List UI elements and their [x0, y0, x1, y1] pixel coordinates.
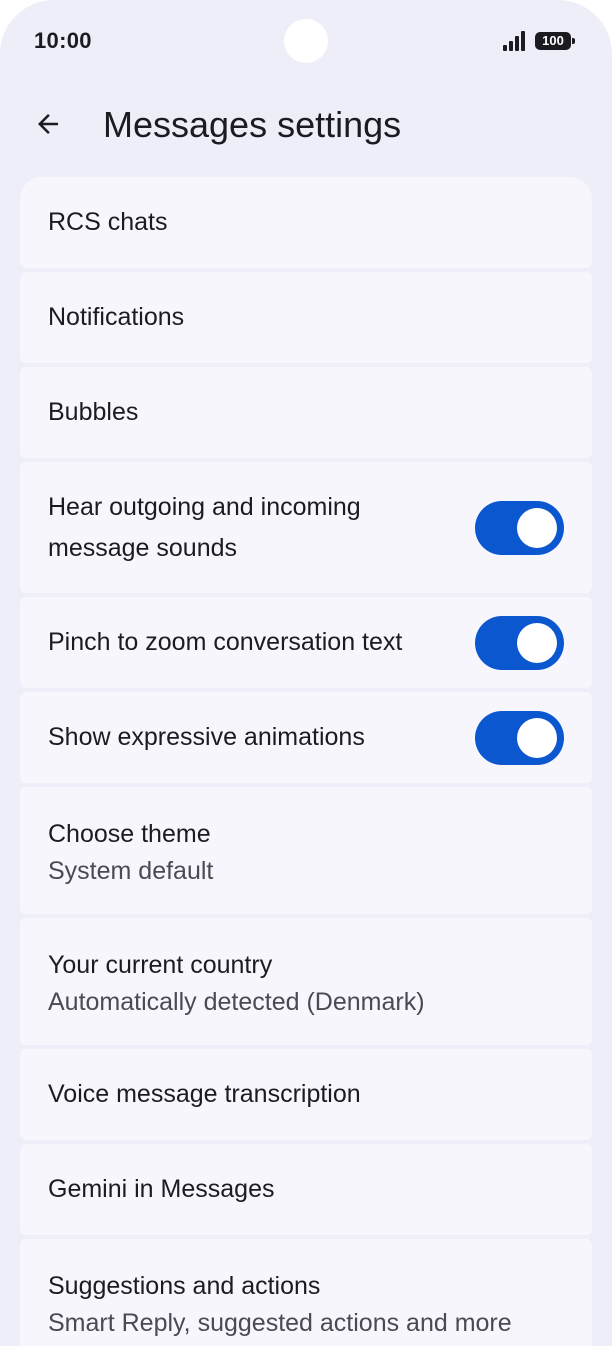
status-bar: 10:00 100: [0, 0, 612, 84]
setting-gemini[interactable]: Gemini in Messages: [20, 1144, 592, 1235]
setting-notifications[interactable]: Notifications: [20, 272, 592, 363]
message-sounds-toggle[interactable]: [475, 500, 564, 555]
setting-voice-transcription[interactable]: Voice message transcription: [20, 1049, 592, 1140]
setting-pinch-to-zoom[interactable]: Pinch to zoom conversation text: [20, 597, 592, 688]
toggle-knob: [517, 717, 557, 758]
status-time: 10:00: [34, 28, 92, 53]
toggle-knob: [517, 622, 557, 663]
signal-icon: [503, 31, 525, 51]
setting-title: Notifications: [48, 303, 185, 331]
pinch-to-zoom-toggle[interactable]: [475, 615, 564, 670]
expressive-animations-toggle[interactable]: [475, 710, 564, 765]
battery-icon: 100: [535, 32, 575, 50]
setting-title: Pinch to zoom conversation text: [48, 628, 403, 656]
setting-current-country[interactable]: Your current country Automatically detec…: [20, 918, 592, 1045]
setting-subtitle: Smart Reply, suggested actions and more: [48, 1308, 512, 1337]
settings-list: RCS chats Notifications Bubbles Hear out…: [20, 177, 592, 1346]
setting-bubbles[interactable]: Bubbles: [20, 367, 592, 458]
setting-title: Suggestions and actions: [48, 1271, 321, 1300]
arrow-back-icon: [38, 114, 58, 134]
setting-title: Choose theme: [48, 819, 211, 848]
phone-screen: 10:00 100 Messages settings RCS chats No…: [0, 0, 612, 1346]
camera-cutout: [284, 19, 328, 63]
setting-expressive-animations[interactable]: Show expressive animations: [20, 692, 592, 783]
setting-title: Bubbles: [48, 398, 139, 426]
setting-title: RCS chats: [48, 208, 168, 236]
setting-rcs-chats[interactable]: RCS chats: [20, 177, 592, 268]
setting-title: Hear outgoing and incoming message sound…: [48, 492, 361, 562]
battery-level: 100: [542, 33, 564, 48]
back-button[interactable]: [24, 100, 72, 148]
setting-subtitle: Automatically detected (Denmark): [48, 987, 425, 1016]
setting-subtitle: System default: [48, 856, 214, 885]
setting-title: Show expressive animations: [48, 723, 365, 751]
toggle-knob: [517, 507, 557, 548]
setting-title: Your current country: [48, 950, 273, 979]
page-title: Messages settings: [103, 104, 402, 145]
setting-choose-theme[interactable]: Choose theme System default: [20, 787, 592, 914]
setting-suggestions-actions[interactable]: Suggestions and actions Smart Reply, sug…: [20, 1239, 592, 1346]
setting-title: Voice message transcription: [48, 1080, 361, 1108]
setting-title: Gemini in Messages: [48, 1175, 275, 1203]
setting-message-sounds[interactable]: Hear outgoing and incoming message sound…: [20, 462, 592, 593]
